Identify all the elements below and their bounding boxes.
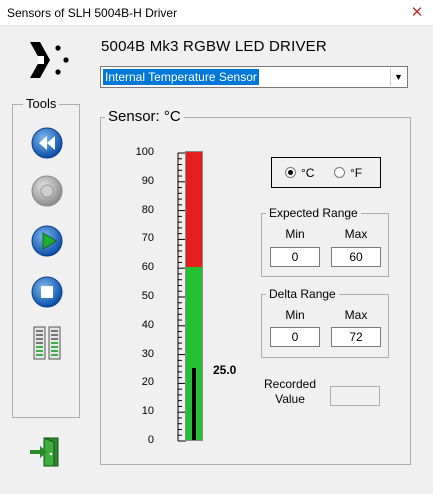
scale-tick-label: 10 [141,405,154,418]
scale-tick-label: 50 [141,290,154,302]
tools-label: Tools [23,97,60,111]
delta-min-label: Min [285,308,305,322]
recorded-value-field [330,386,380,406]
tools-group: Tools [12,97,80,418]
title-bar: Sensors of SLH 5004B-H Driver ✕ [0,0,433,26]
chevron-down-icon[interactable]: ▼ [390,68,406,86]
delta-max-field[interactable]: 72 [331,327,381,347]
delta-min-field[interactable]: 0 [270,327,320,347]
expected-range-group: Expected Range Min Max 0 60 [261,206,389,277]
exit-door-icon [30,437,59,467]
recorded-value-label: Recorded Value [255,377,325,407]
sensor-label: Sensor: °C [105,109,184,125]
stop-button[interactable] [31,276,63,308]
scale-tick-label: 70 [141,232,154,245]
scale-tick-label: 90 [141,174,154,187]
rewind-button[interactable] [31,127,63,159]
unit-selector: °C °F [271,157,381,188]
delta-range-label: Delta Range [266,287,339,301]
sensor-select[interactable]: Internal Temperature Sensor ▼ [100,66,408,88]
sensor-select-value: Internal Temperature Sensor [103,69,259,85]
fahrenheit-radio[interactable] [334,167,345,178]
record-button[interactable] [31,175,63,207]
recorded-label-line2: Value [275,392,305,406]
scale-tick-label: 0 [147,434,154,446]
meters-button[interactable] [31,326,63,360]
celsius-label: °C [301,166,315,180]
expected-min-label: Min [285,227,305,241]
temperature-bar [185,151,203,441]
exit-button[interactable] [28,436,62,468]
delta-max-label: Max [344,308,368,322]
expected-max-field[interactable]: 60 [331,247,381,267]
play-icon [31,225,63,257]
app-heading: 5004B Mk3 RGBW LED DRIVER [101,38,327,55]
scale-tick-label: 60 [141,261,154,274]
expected-min-field[interactable]: 0 [270,247,320,267]
celsius-radio[interactable] [285,167,296,178]
temperature-scale: 100 90 80 70 60 50 40 30 20 10 0 [126,146,236,448]
temperature-reading: 25.0 [213,363,237,377]
expected-range-label: Expected Range [266,206,361,220]
record-icon [31,175,63,207]
scale-tick-label: 20 [141,376,154,389]
expected-max-label: Max [344,227,368,241]
stop-icon [31,276,63,308]
recorded-label-line1: Recorded [263,377,317,391]
logo-arrow-dots-icon [28,38,74,82]
warning-zone [186,152,202,268]
play-button[interactable] [31,225,63,257]
scale-tick-label: 80 [141,203,154,216]
scale-tick-label: 40 [141,318,154,331]
delta-range-group: Delta Range Min Max 0 72 [261,287,389,358]
rewind-icon [31,127,63,159]
fahrenheit-label: °F [350,166,363,180]
scale-tick-label: 100 [135,146,154,158]
temperature-level [192,368,196,440]
window-title: Sensors of SLH 5004B-H Driver [7,6,178,20]
level-meters-icon [33,326,61,360]
close-button[interactable]: ✕ [404,2,430,24]
scale-tick-label: 30 [141,347,154,360]
